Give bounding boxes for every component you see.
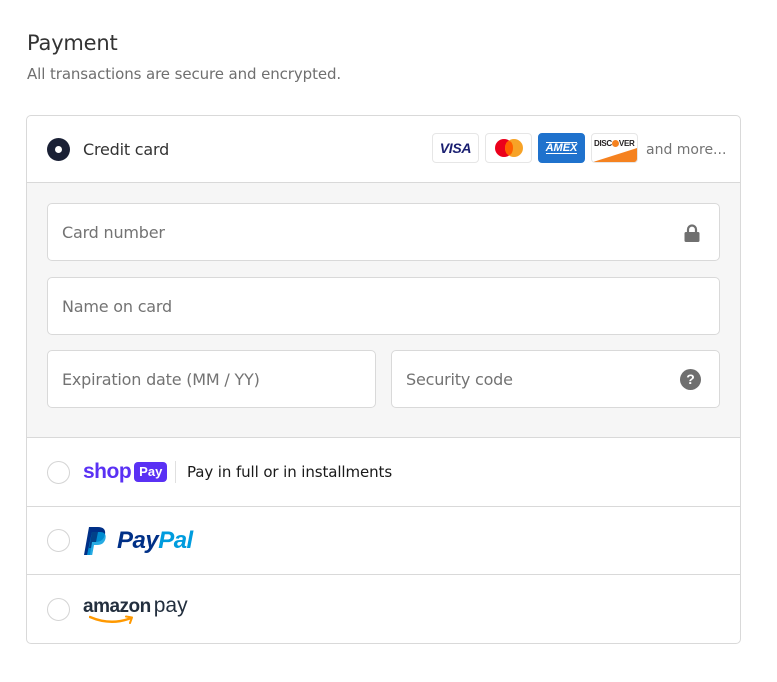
payment-title: Payment <box>27 31 118 55</box>
shop-pay-description: Pay in full or in installments <box>187 463 393 481</box>
shop-pay-divider <box>175 461 176 483</box>
payment-option-shop-pay[interactable]: shop Pay Pay in full or in installments <box>27 438 740 507</box>
card-number-placeholder: Card number <box>62 222 165 242</box>
security-code-field[interactable]: Security code ? <box>391 350 720 408</box>
expiration-date-placeholder: Expiration date (MM / YY) <box>62 369 260 389</box>
visa-logo: VISA <box>432 133 479 163</box>
lock-icon <box>684 224 700 242</box>
payment-subtitle: All transactions are secure and encrypte… <box>27 65 342 83</box>
paypal-p-icon <box>84 526 106 555</box>
shop-pay-logo: shop Pay <box>83 460 168 484</box>
credit-card-label: Credit card <box>83 139 170 159</box>
help-icon[interactable]: ? <box>680 369 701 390</box>
credit-card-form: Card number Name on card Expiration date… <box>27 183 740 438</box>
payment-option-amazon-pay[interactable]: amazon pay <box>27 575 740 643</box>
name-on-card-field[interactable]: Name on card <box>47 277 720 335</box>
shop-pay-radio[interactable] <box>47 460 70 484</box>
payment-methods-panel: Credit card VISA AMEX DISC VER and more..… <box>26 115 741 644</box>
paypal-logo: PayPal <box>83 526 193 555</box>
security-code-placeholder: Security code <box>406 369 513 389</box>
card-brand-logos: VISA AMEX DISC VER <box>432 133 638 163</box>
expiration-date-field[interactable]: Expiration date (MM / YY) <box>47 350 376 408</box>
amazon-smile-icon <box>89 615 133 624</box>
credit-card-radio[interactable] <box>47 137 70 161</box>
amazon-pay-radio[interactable] <box>47 597 70 621</box>
paypal-radio[interactable] <box>47 529 70 552</box>
payment-option-paypal[interactable]: PayPal <box>27 507 740 575</box>
discover-logo: DISC VER <box>591 133 638 163</box>
and-more-label: and more... <box>646 142 727 158</box>
amazon-pay-logo: amazon pay <box>83 594 188 624</box>
mastercard-logo <box>485 133 532 163</box>
card-number-field[interactable]: Card number <box>47 203 720 261</box>
name-on-card-placeholder: Name on card <box>62 296 172 316</box>
amex-logo: AMEX <box>538 133 585 163</box>
payment-option-credit-card[interactable]: Credit card VISA AMEX DISC VER and more..… <box>27 116 740 183</box>
